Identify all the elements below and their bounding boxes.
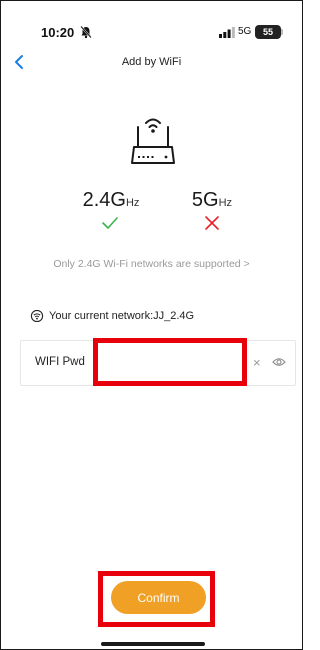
check-icon [102,217,118,229]
supported-networks-link[interactable]: Only 2.4G Wi-Fi networks are supported > [1,258,302,270]
band-5ghz: 5GHz [172,189,252,212]
network-type: 5G [238,26,252,37]
band-2-4-unit: Hz [125,197,140,209]
cross-icon [205,216,219,230]
status-time: 10:20 [41,25,75,40]
status-bar: 10:20 5G 55 [1,1,302,45]
phone-screen: 10:20 5G 55 Add by WiFi 2.4GHz 5GHz Only… [0,0,303,650]
battery-icon: 55 [255,25,281,39]
wifi-password-row: WIFI Pwd × [20,340,296,386]
band-5-value: 5G [191,189,219,211]
router-icon [131,118,175,164]
wifi-icon [30,310,44,322]
home-indicator [101,642,205,646]
confirm-button[interactable]: Confirm [111,581,206,614]
band-5-unit: Hz [218,197,233,209]
clear-icon[interactable]: × [253,355,261,370]
page-title: Add by WiFi [121,56,182,68]
wifi-password-label: WIFI Pwd [35,356,85,368]
battery-tip [281,29,283,35]
band-2-4-value: 2.4G [82,189,126,211]
eye-icon[interactable] [272,356,286,368]
band-2-4ghz: 2.4GHz [71,189,151,212]
bell-muted-icon [80,25,92,39]
current-network-label: Your current network:JJ_2.4G [49,310,195,322]
wifi-password-input[interactable] [97,345,249,381]
signal-icon [219,27,235,38]
